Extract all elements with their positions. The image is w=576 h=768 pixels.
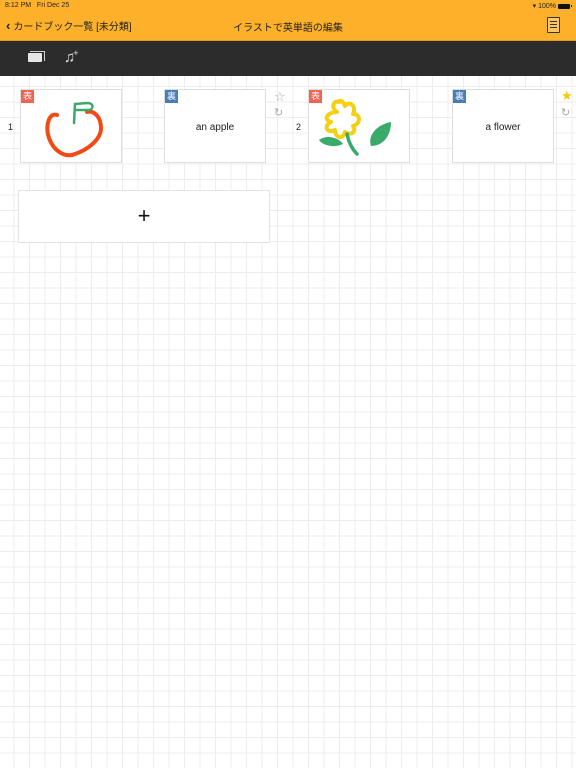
card-front[interactable]: 表 xyxy=(308,89,410,163)
status-right: ▾ 100% xyxy=(532,2,572,10)
battery-icon xyxy=(558,3,572,9)
sync-icon[interactable]: ↻ xyxy=(561,107,570,120)
nav-header: 8:12 PM Fri Dec 25 ▾ 100% ‹ カードブック一覧 [未分… xyxy=(0,0,576,41)
status-time: 8:12 PM Fri Dec 25 xyxy=(5,2,70,9)
card-back[interactable]: 裏 a flower xyxy=(452,89,554,163)
plus-icon: + xyxy=(137,203,151,228)
add-music-icon[interactable]: ♫+ xyxy=(64,48,79,66)
row-number: 2 xyxy=(296,122,302,132)
apple-drawing xyxy=(45,101,104,158)
page-title: イラストで英単語の編集 xyxy=(233,23,343,34)
card-back[interactable]: 裏 an apple xyxy=(164,89,266,163)
flower-drawing xyxy=(319,98,391,156)
back-badge: 裏 xyxy=(453,90,466,103)
star-icon[interactable]: ☆ xyxy=(274,90,286,103)
card-front[interactable]: 表 xyxy=(20,89,122,163)
card-canvas: 1 表 裏 an apple ☆ ↻ 2 表 裏 a flower ★ ↻ + xyxy=(0,76,576,768)
card-back-text: an apple xyxy=(195,122,235,133)
add-card-button[interactable]: + xyxy=(18,190,270,243)
star-filled-icon[interactable]: ★ xyxy=(561,89,573,102)
sync-icon[interactable]: ↻ xyxy=(274,107,283,120)
battery-percent: 100% xyxy=(538,2,556,10)
wifi-icon: ▾ xyxy=(532,3,537,10)
document-icon[interactable] xyxy=(547,17,560,33)
row-number: 1 xyxy=(8,122,14,132)
toolbar: ♫+ xyxy=(0,41,576,76)
add-card-deck-icon[interactable] xyxy=(28,51,45,62)
card-back-text: a flower xyxy=(485,122,521,133)
back-badge: 裏 xyxy=(165,90,178,103)
